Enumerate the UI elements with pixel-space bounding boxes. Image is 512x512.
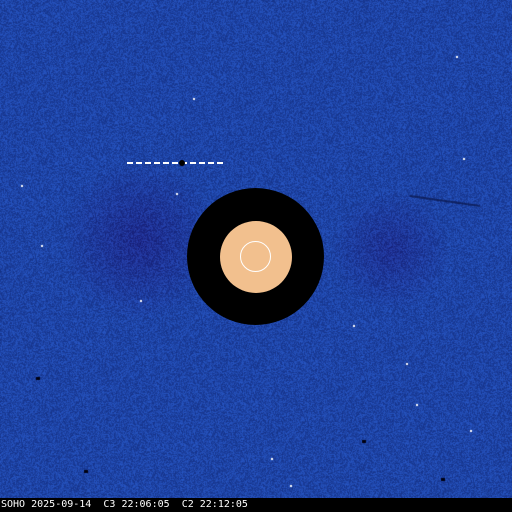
c2-label: C2 [181,499,194,510]
c2-time: 22:12:05 [199,499,248,510]
coronagraph-image: SOHO 2025-09-14 C3 22:06:05 C2 22:12:05 [0,0,512,512]
c3-label: C3 [103,499,116,510]
observatory-label: SOHO [1,499,26,510]
sun-outline [240,241,271,272]
date-label: 2025-09-14 [31,499,92,510]
caption-text: SOHO 2025-09-14 C3 22:06:05 C2 22:12:05 [1,499,248,511]
caption-bar: SOHO 2025-09-14 C3 22:06:05 C2 22:12:05 [0,498,512,512]
c3-time: 22:06:05 [121,499,170,510]
saturated-streak [127,160,224,166]
